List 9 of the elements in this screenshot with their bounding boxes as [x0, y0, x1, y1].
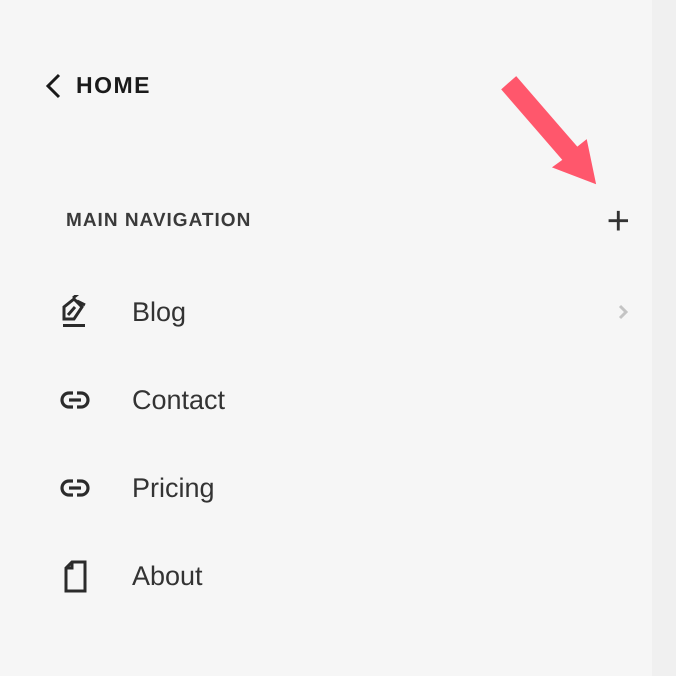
- home-link[interactable]: HOME: [44, 72, 151, 99]
- chevron-right-icon: [618, 304, 628, 320]
- navigation-item[interactable]: Blog: [60, 291, 628, 333]
- navigation-item[interactable]: About: [60, 555, 628, 597]
- navigation-item[interactable]: Contact: [60, 379, 628, 421]
- section-heading: MAIN NAVIGATION: [66, 210, 252, 232]
- add-button[interactable]: +: [606, 201, 630, 241]
- back-chevron-icon: [44, 72, 62, 98]
- navigation-item[interactable]: Pricing: [60, 467, 628, 509]
